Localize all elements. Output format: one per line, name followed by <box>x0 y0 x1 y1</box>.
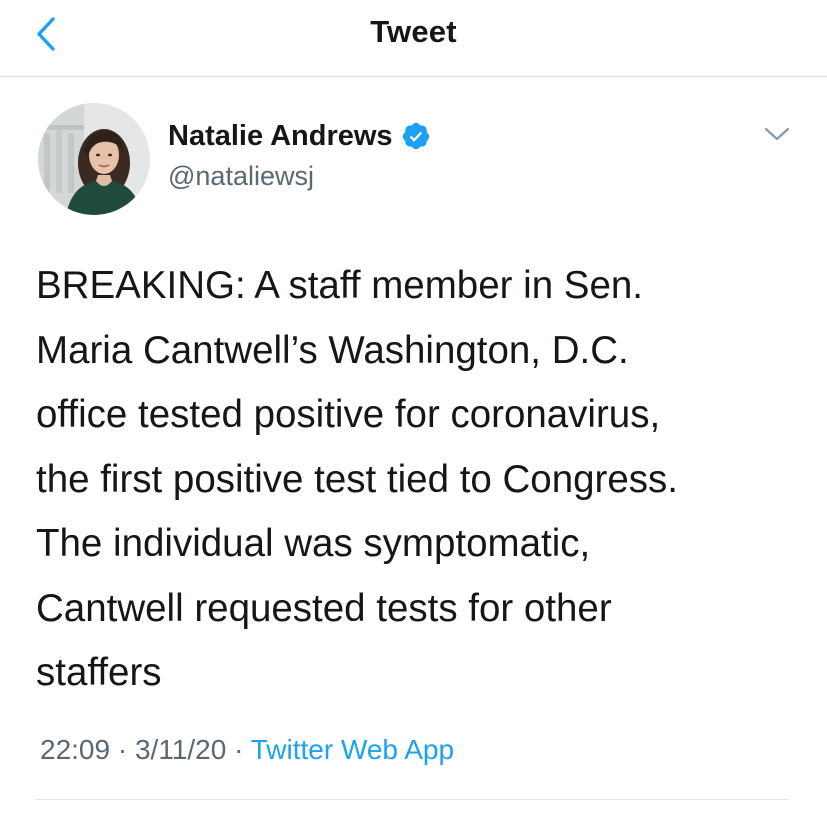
divider <box>36 799 788 800</box>
tweet-date[interactable]: 3/11/20 <box>135 734 226 765</box>
author-name-row[interactable]: Natalie Andrews <box>168 117 431 155</box>
meta-separator: · <box>117 734 128 765</box>
tweet-meta: 22:09 · 3/11/20 · Twitter Web App <box>40 734 454 766</box>
tweet-text-line: The individual was symptomatic, <box>36 522 591 565</box>
tweet-menu-button[interactable] <box>760 121 794 147</box>
author-display-name: Natalie Andrews <box>168 119 393 152</box>
meta-separator: · <box>234 734 244 765</box>
tweet-text-line: BREAKING: A staff member in Sen. <box>36 264 643 307</box>
tweet-text-line: office tested positive for coronavirus, <box>36 393 661 436</box>
avatar[interactable] <box>38 103 150 215</box>
tweet-text-line: Maria Cantwell’s Washington, D.C. <box>36 328 629 372</box>
tweet-author-header: Natalie Andrews @nataliewsj <box>0 95 827 225</box>
tweet-body: BREAKING: A staff member in Sen. Maria C… <box>36 254 796 706</box>
tweet-source-link[interactable]: Twitter Web App <box>251 734 454 765</box>
page-title: Tweet <box>370 14 457 49</box>
tweet-text-line: the first positive test tied to Congress… <box>36 457 678 501</box>
avatar-photo <box>38 103 150 215</box>
chevron-down-icon <box>764 127 790 141</box>
verified-badge-icon <box>401 121 431 151</box>
tweet-time[interactable]: 22:09 <box>40 734 110 765</box>
author-handle[interactable]: @nataliewsj <box>168 161 314 192</box>
tweet-text-line: staffers <box>36 651 162 694</box>
tweet-detail-screen: Tweet Natalie Andrews @nataliewsj BREAKI… <box>0 0 827 817</box>
navigation-bar: Tweet <box>0 0 827 77</box>
tweet-text-line: Cantwell requested tests for other <box>36 586 612 630</box>
